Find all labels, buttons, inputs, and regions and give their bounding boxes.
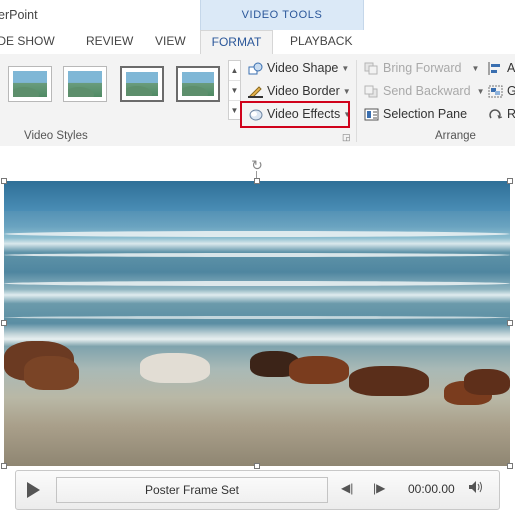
resize-handle[interactable] — [1, 320, 7, 326]
video-shape-button[interactable]: Video Shape ▼ — [248, 58, 349, 79]
selection-pane-button[interactable]: Selection Pane — [364, 104, 467, 125]
play-icon[interactable] — [27, 482, 40, 498]
tab-format[interactable]: FORMAT — [200, 30, 273, 55]
step-back-icon[interactable]: ◀| — [341, 481, 353, 495]
tab-playback[interactable]: PLAYBACK — [290, 30, 352, 54]
video-style-thumb[interactable] — [8, 66, 52, 102]
tab-slide-show[interactable]: IDE SHOW — [0, 30, 55, 54]
group-button[interactable]: Gr — [488, 81, 515, 102]
horse — [140, 353, 210, 383]
step-forward-icon[interactable]: |▶ — [373, 481, 385, 495]
group-icon — [488, 84, 503, 98]
send-backward-label: Send Backward — [383, 84, 471, 98]
video-styles-group-label: Video Styles — [24, 130, 88, 142]
style-preview-image — [182, 72, 214, 96]
resize-handle[interactable] — [507, 320, 513, 326]
group-separator — [356, 60, 357, 142]
gallery-down-icon[interactable]: ▼ — [229, 81, 240, 101]
playback-time: 00:00.00 — [408, 482, 455, 496]
resize-handle[interactable] — [1, 463, 7, 469]
resize-handle[interactable] — [1, 178, 7, 184]
wave-crest — [4, 281, 510, 286]
align-button[interactable]: Al — [488, 58, 515, 79]
resize-handle[interactable] — [507, 178, 513, 184]
style-preview-image — [13, 71, 47, 97]
style-preview-image — [126, 72, 158, 96]
bring-forward-label: Bring Forward — [383, 61, 462, 75]
resize-handle[interactable] — [254, 463, 260, 469]
resize-handle[interactable] — [254, 178, 260, 184]
video-effects-highlight — [240, 101, 350, 128]
send-backward-icon — [364, 84, 379, 98]
horse — [349, 366, 429, 396]
gallery-up-icon[interactable]: ▲ — [229, 61, 240, 81]
timeline-seekbar[interactable]: Poster Frame Set — [56, 477, 328, 503]
group-label: Gr — [507, 84, 515, 98]
sky-band — [4, 181, 510, 211]
selection-pane-label: Selection Pane — [383, 107, 468, 121]
selection-pane-icon — [364, 107, 379, 121]
bring-forward-button[interactable]: Bring Forward ▼ — [364, 58, 479, 79]
rotate-icon — [488, 107, 503, 120]
dialog-launcher-icon[interactable]: ◲ — [342, 132, 351, 143]
video-shape-label: Video Shape — [267, 61, 339, 75]
gallery-more-icon[interactable]: ▼ — [229, 101, 240, 120]
horse — [464, 369, 510, 395]
resize-handle[interactable] — [507, 463, 513, 469]
wave-crest — [4, 316, 510, 319]
rotate-button[interactable]: Ro — [488, 104, 515, 125]
arrange-group-label: Arrange — [435, 130, 476, 142]
video-border-button[interactable]: Video Border ▼ — [248, 81, 351, 102]
dropdown-arrow-icon: ▼ — [342, 87, 351, 97]
rotate-label: Ro — [507, 107, 515, 121]
video-frame[interactable] — [4, 181, 510, 466]
rotation-handle-icon[interactable]: ↻ — [250, 158, 264, 172]
horse — [24, 356, 79, 390]
shapes-icon — [248, 61, 263, 75]
pencil-icon — [248, 84, 263, 99]
tab-review[interactable]: REVIEW — [86, 30, 133, 54]
video-style-thumb[interactable] — [176, 66, 220, 102]
send-backward-button[interactable]: Send Backward ▼ — [364, 81, 484, 102]
volume-icon[interactable] — [468, 480, 484, 497]
video-style-thumb[interactable] — [63, 66, 107, 102]
align-icon — [488, 61, 503, 76]
video-style-thumb[interactable] — [120, 66, 164, 102]
dropdown-arrow-icon: ▼ — [341, 64, 350, 74]
horse — [289, 356, 349, 384]
wave-crest — [4, 253, 510, 257]
video-tools-context-group: VIDEO TOOLS — [200, 0, 364, 30]
title-bar: erPoint VIDEO TOOLS — [0, 0, 515, 30]
media-player-bar: Poster Frame Set ◀| |▶ 00:00.00 — [15, 470, 500, 510]
bring-forward-icon — [364, 61, 379, 75]
app-title: erPoint — [0, 8, 38, 22]
wave-crest — [4, 231, 510, 237]
tab-view[interactable]: VIEW — [155, 30, 186, 54]
style-preview-image — [68, 71, 102, 97]
ribbon-tab-row: IDE SHOW REVIEW VIEW FORMAT PLAYBACK — [0, 30, 515, 55]
dropdown-arrow-icon: ▼ — [476, 87, 485, 97]
align-label: Al — [507, 61, 515, 75]
video-border-label: Video Border — [267, 84, 340, 98]
context-group-label: VIDEO TOOLS — [241, 9, 323, 21]
dropdown-arrow-icon: ▼ — [471, 64, 480, 74]
poster-frame-status: Poster Frame Set — [144, 483, 240, 497]
